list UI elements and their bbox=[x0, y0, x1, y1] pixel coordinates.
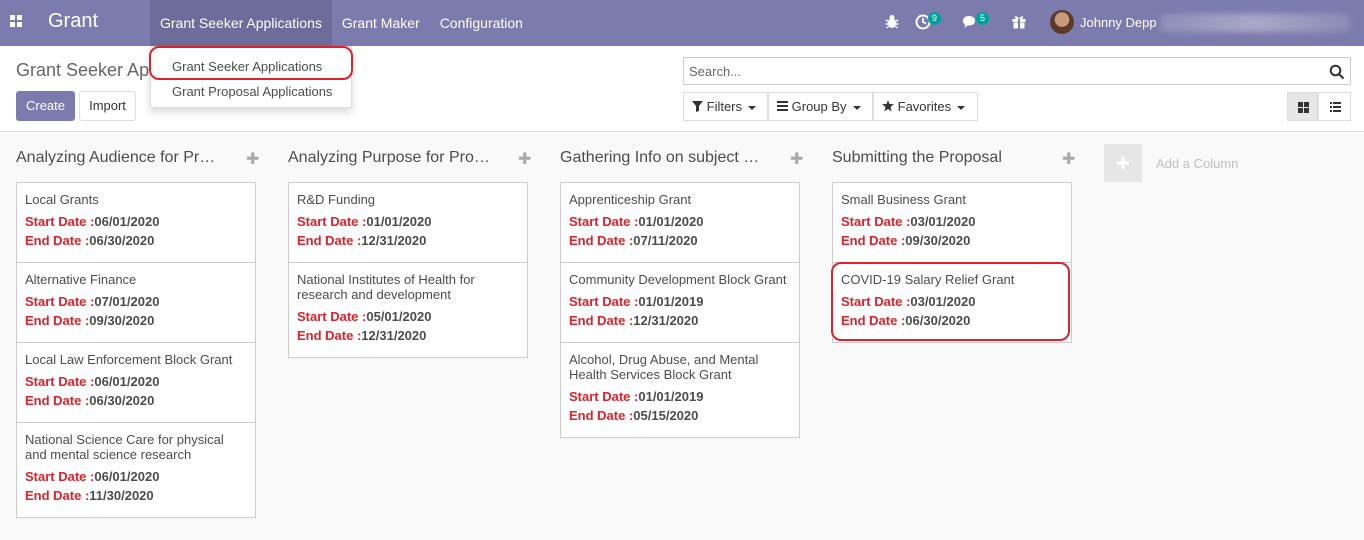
card-end-date: End Date :06/30/2020 bbox=[25, 233, 155, 248]
filters-button[interactable]: Filters bbox=[683, 92, 768, 121]
user-name[interactable]: Johnny Depp bbox=[1080, 15, 1157, 30]
grant-seeker-dropdown: Grant Seeker Applications Grant Proposal… bbox=[150, 46, 352, 108]
group-by-label: Group By bbox=[791, 99, 847, 114]
kanban-card[interactable]: R&D Funding Start Date :01/01/2020 End D… bbox=[288, 182, 528, 263]
plus-icon bbox=[1117, 157, 1129, 169]
card-start-date: Start Date :07/01/2020 bbox=[25, 294, 160, 309]
card-end-date: End Date :06/30/2020 bbox=[841, 313, 971, 328]
messages-count-badge: 5 bbox=[976, 12, 989, 25]
kanban-card[interactable]: Alternative Finance Start Date :07/01/20… bbox=[16, 262, 256, 343]
filter-funnel-icon bbox=[692, 101, 703, 112]
card-end-date: End Date :05/15/2020 bbox=[569, 408, 699, 423]
gift-icon[interactable] bbox=[1010, 13, 1028, 31]
card-title: Small Business Grant bbox=[841, 192, 966, 207]
card-start-date: Start Date :01/01/2019 bbox=[569, 294, 704, 309]
card-title: Local Grants bbox=[25, 192, 99, 207]
column-title[interactable]: Analyzing Audience for Proposal bbox=[16, 149, 222, 167]
kanban-card[interactable]: Apprenticeship Grant Start Date :01/01/2… bbox=[560, 182, 800, 263]
card-end-date: End Date :12/31/2020 bbox=[569, 313, 699, 328]
favorites-button[interactable]: Favorites bbox=[873, 92, 978, 121]
search-bar bbox=[683, 57, 1351, 85]
app-brand[interactable]: Grant bbox=[48, 10, 98, 33]
page-title: Grant Seeker Applications bbox=[16, 60, 166, 80]
kanban-card[interactable]: National Institutes of Health for resear… bbox=[288, 262, 528, 358]
favorites-label: Favorites bbox=[897, 99, 952, 114]
card-end-date: End Date :09/30/2020 bbox=[841, 233, 971, 248]
dropdown-item-grant-proposal-applications[interactable]: Grant Proposal Applications bbox=[172, 84, 332, 99]
menu-configuration[interactable]: Configuration bbox=[430, 0, 533, 46]
card-start-date: Start Date :03/01/2020 bbox=[841, 214, 976, 229]
card-start-date: Start Date :01/01/2019 bbox=[569, 389, 704, 404]
add-column-button[interactable] bbox=[1104, 144, 1142, 182]
bug-icon[interactable] bbox=[883, 13, 901, 31]
menu-grant-maker[interactable]: Grant Maker bbox=[332, 0, 430, 46]
user-avatar[interactable] bbox=[1050, 10, 1074, 34]
blurred-region bbox=[1160, 14, 1350, 32]
card-start-date: Start Date :05/01/2020 bbox=[297, 309, 432, 324]
kanban-card[interactable]: Community Development Block Grant Start … bbox=[560, 262, 800, 343]
list-view-icon bbox=[1330, 102, 1341, 112]
card-start-date: Start Date :06/01/2020 bbox=[25, 469, 160, 484]
card-title: Local Law Enforcement Block Grant bbox=[25, 352, 233, 367]
menu-grant-seeker-applications[interactable]: Grant Seeker Applications bbox=[150, 0, 332, 46]
add-column-label[interactable]: Add a Column bbox=[1156, 156, 1238, 171]
card-title: COVID-19 Salary Relief Grant bbox=[841, 272, 1015, 287]
group-by-button[interactable]: Group By bbox=[768, 92, 873, 121]
list-view-button[interactable] bbox=[1318, 92, 1351, 121]
create-button[interactable]: Create bbox=[16, 91, 75, 121]
search-icon[interactable] bbox=[1329, 64, 1345, 80]
card-end-date: End Date :12/31/2020 bbox=[297, 328, 427, 343]
filters-label: Filters bbox=[706, 99, 743, 114]
kanban-card[interactable]: Alcohol, Drug Abuse, and Mental Health S… bbox=[560, 342, 800, 438]
card-end-date: End Date :09/30/2020 bbox=[25, 313, 155, 328]
group-by-list-icon bbox=[777, 101, 788, 111]
card-title: R&D Funding bbox=[297, 192, 376, 207]
main-menu: Grant Seeker Applications Grant Maker Co… bbox=[150, 0, 533, 46]
card-end-date: End Date :07/11/2020 bbox=[569, 233, 698, 248]
card-title: Alcohol, Drug Abuse, and Mental Health S… bbox=[569, 352, 759, 382]
card-start-date: Start Date :01/01/2020 bbox=[569, 214, 704, 229]
card-title: Alternative Finance bbox=[25, 272, 137, 287]
top-navbar: Grant Grant Seeker Applications Grant Ma… bbox=[0, 0, 1364, 46]
apps-menu-icon[interactable] bbox=[10, 15, 23, 28]
column-title[interactable]: Gathering Info on subject matter bbox=[560, 149, 766, 167]
activity-count-badge: 9 bbox=[928, 12, 941, 25]
quick-create-plus-icon[interactable]: ✚ bbox=[246, 149, 259, 169]
kanban-grid-icon bbox=[1298, 102, 1309, 113]
column-title[interactable]: Analyzing Purpose for Proposal bbox=[288, 149, 494, 167]
kanban-card[interactable]: COVID-19 Salary Relief Grant Start Date … bbox=[832, 262, 1072, 343]
kanban-view-button[interactable] bbox=[1287, 92, 1318, 121]
kanban-card[interactable]: National Science Care for physical and m… bbox=[16, 422, 256, 518]
kanban-card[interactable]: Small Business Grant Start Date :03/01/2… bbox=[832, 182, 1072, 263]
card-end-date: End Date :11/30/2020 bbox=[25, 488, 154, 503]
star-icon bbox=[882, 100, 894, 112]
card-end-date: End Date :12/31/2020 bbox=[297, 233, 427, 248]
quick-create-plus-icon[interactable]: ✚ bbox=[1062, 149, 1075, 169]
card-title: National Science Care for physical and m… bbox=[25, 432, 224, 462]
kanban-card[interactable]: Local Grants Start Date :06/01/2020 End … bbox=[16, 182, 256, 263]
card-start-date: Start Date :01/01/2020 bbox=[297, 214, 432, 229]
quick-create-plus-icon[interactable]: ✚ bbox=[790, 149, 803, 169]
card-title: Community Development Block Grant bbox=[569, 272, 787, 287]
quick-create-plus-icon[interactable]: ✚ bbox=[518, 149, 531, 169]
card-title: Apprenticeship Grant bbox=[569, 192, 692, 207]
kanban-card[interactable]: Local Law Enforcement Block Grant Start … bbox=[16, 342, 256, 423]
search-input[interactable] bbox=[689, 62, 1309, 80]
card-end-date: End Date :06/30/2020 bbox=[25, 393, 155, 408]
column-title[interactable]: Submitting the Proposal bbox=[832, 149, 1038, 167]
card-start-date: Start Date :06/01/2020 bbox=[25, 214, 160, 229]
import-button[interactable]: Import bbox=[79, 91, 136, 121]
dropdown-item-grant-seeker-applications[interactable]: Grant Seeker Applications bbox=[172, 59, 322, 74]
card-start-date: Start Date :03/01/2020 bbox=[841, 294, 976, 309]
card-title: National Institutes of Health for resear… bbox=[297, 272, 475, 302]
card-start-date: Start Date :06/01/2020 bbox=[25, 374, 160, 389]
